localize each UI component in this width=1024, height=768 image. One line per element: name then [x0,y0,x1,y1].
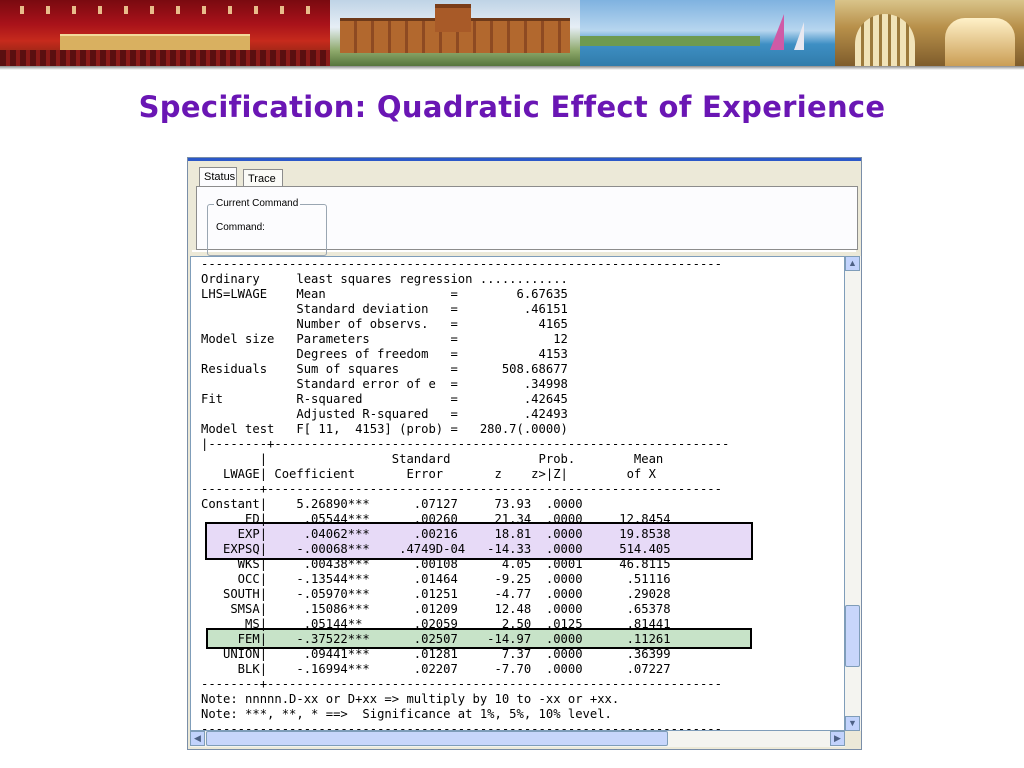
banner-interior [945,18,1015,68]
output-window: Status Trace Current Command Command: --… [187,157,862,750]
scroll-up-icon[interactable]: ▲ [845,256,860,271]
current-command-label: Current Command [214,198,301,209]
scroll-right-icon[interactable]: ▶ [830,731,845,746]
banner-sailboat [770,14,784,50]
horizontal-scrollbar[interactable]: ◀ ▶ [190,731,845,747]
regression-output: ----------------------------------------… [201,257,730,731]
header-banner [0,0,1024,68]
banner-lights [20,6,310,14]
command-label: Command: [216,222,265,233]
window-titlebar-edge [188,158,861,161]
scroll-left-icon[interactable]: ◀ [190,731,205,746]
banner-shore [580,36,760,46]
banner-tower [435,4,471,32]
banner-lake-image [580,0,835,68]
banner-campus-image [330,0,580,68]
banner-divider [0,66,1024,70]
vertical-scroll-thumb[interactable] [845,605,860,667]
horizontal-scroll-thumb[interactable] [206,731,668,746]
tab-status[interactable]: Status [199,167,237,188]
vertical-scrollbar[interactable]: ▲ ▼ [845,256,861,731]
banner-window [855,14,915,68]
slide-title: Specification: Quadratic Effect of Exper… [138,90,886,124]
scroll-down-icon[interactable]: ▼ [845,716,860,731]
status-panel: Status Trace Current Command Command: [192,164,858,256]
banner-auditorium-image [0,0,330,68]
output-text-area[interactable]: ----------------------------------------… [190,256,845,731]
banner-sailboat [794,22,804,50]
banner-chapel-image [835,0,1024,68]
